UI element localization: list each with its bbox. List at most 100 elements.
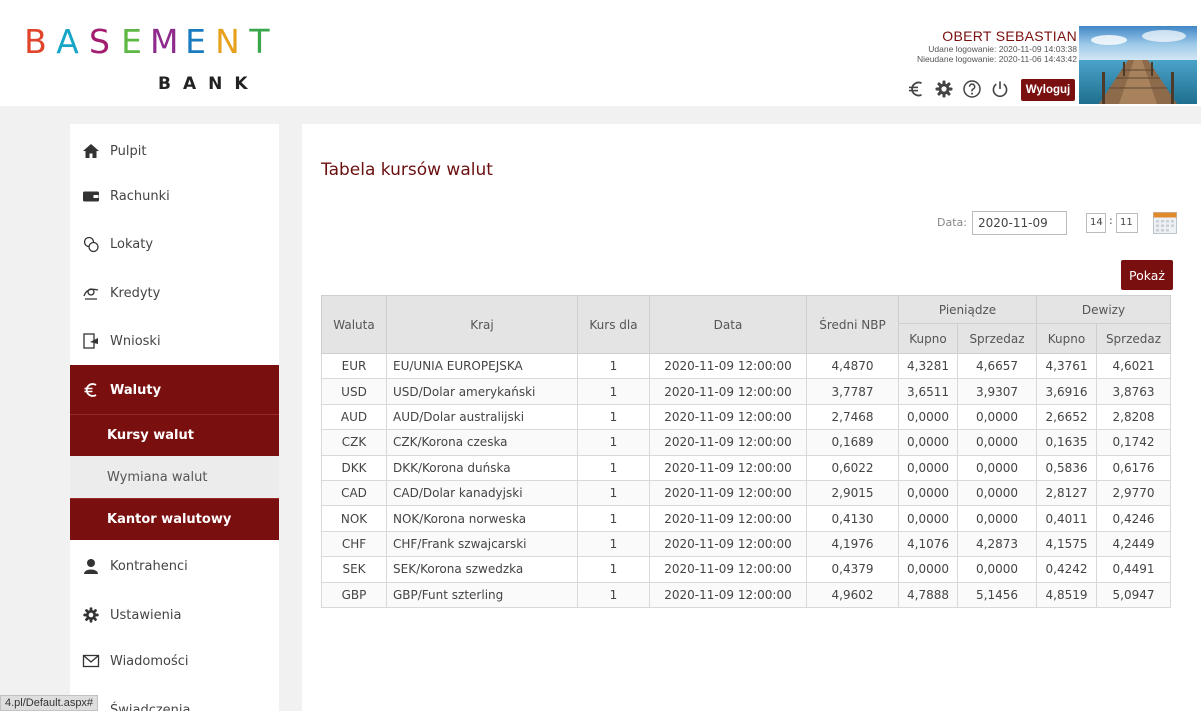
cell-transfer-buy: 0,5836: [1036, 454, 1097, 481]
table-row: SEK SEK/Korona szwedzka 1 2020-11-09 12:00:…: [321, 556, 1171, 583]
gear-icon[interactable]: [933, 78, 955, 100]
coins-icon: [82, 235, 100, 253]
avatar[interactable]: [1079, 26, 1197, 104]
cell-nbp-average: 0,6022: [806, 454, 899, 481]
cell-date: 2020-11-09 12:00:00: [649, 556, 807, 583]
header-date: Data: [649, 295, 807, 354]
sidebar-item-label: Kontrahenci: [110, 558, 188, 574]
cell-rate-for: 1: [577, 581, 650, 608]
minute-input[interactable]: 11: [1116, 213, 1138, 233]
sidebar-item-kredyty[interactable]: Kredyty: [70, 268, 279, 318]
show-button[interactable]: Pokaż: [1121, 260, 1173, 290]
rates-table: Waluta Kraj Kurs dla Data Średni NBP Pie…: [321, 295, 1171, 608]
sidebar-item-pulpit[interactable]: Pulpit: [70, 126, 279, 176]
power-icon[interactable]: [989, 78, 1011, 100]
cell-rate-for: 1: [577, 556, 650, 583]
cell-cash-sell: 3,9307: [957, 378, 1037, 405]
table-row: USD USD/Dolar amerykański 1 2020-11-09 12:0…: [321, 378, 1171, 405]
home-icon: [82, 142, 100, 160]
cell-rate-for: 1: [577, 403, 650, 431]
sidebar-item-wiadomosci[interactable]: Wiadomości: [70, 636, 279, 686]
cell-nbp-average: 4,9602: [806, 581, 899, 608]
user-name: OBERT SEBASTIAN: [942, 28, 1077, 44]
cell-cash-buy: 0,0000: [898, 556, 958, 583]
cell-date: 2020-11-09 12:00:00: [649, 530, 807, 558]
sidebar: Pulpit Rachunki Lokaty Kredyty Wnioski W…: [70, 124, 279, 711]
sidebar-subitem-kantor-walutowy[interactable]: Kantor walutowy: [70, 498, 279, 540]
user-info: OBERT SEBASTIAN Udane logowanie: 2020-11…: [917, 28, 1077, 64]
header-transfers: Dewizy: [1036, 295, 1171, 324]
help-icon[interactable]: [961, 78, 983, 100]
logo-subtitle: BANK: [158, 74, 260, 94]
euro-icon[interactable]: [905, 78, 927, 100]
sidebar-item-wnioski[interactable]: Wnioski: [70, 316, 279, 366]
sidebar-item-rachunki[interactable]: Rachunki: [70, 171, 279, 221]
cell-transfer-buy: 0,4242: [1036, 556, 1097, 583]
cell-cash-buy: 0,0000: [898, 505, 958, 532]
loan-icon: [82, 284, 100, 302]
logo[interactable]: B A S EME N T: [22, 22, 278, 61]
date-input[interactable]: 2020-11-09: [972, 211, 1067, 235]
cell-cash-buy: 0,0000: [898, 479, 958, 507]
logo-letter: N: [215, 22, 245, 61]
cell-transfer-buy: 2,8127: [1036, 479, 1097, 507]
cell-cash-sell: 0,0000: [957, 403, 1037, 431]
cell-date: 2020-11-09 12:00:00: [649, 352, 807, 380]
cell-cash-sell: 4,6657: [957, 352, 1037, 380]
calendar-icon[interactable]: [1153, 212, 1177, 234]
sidebar-item-ustawienia[interactable]: Ustawienia: [70, 590, 279, 640]
cell-date: 2020-11-09 12:00:00: [649, 378, 807, 405]
header-rate-for: Kurs dla: [577, 295, 650, 354]
cell-country: CHF/Frank szwajcarski: [386, 530, 578, 558]
cell-date: 2020-11-09 12:00:00: [649, 403, 807, 431]
cell-rate-for: 1: [577, 429, 650, 456]
sidebar-item-label: Świadczenia: [110, 702, 191, 711]
cell-nbp-average: 0,1689: [806, 429, 899, 456]
last-login-success: Udane logowanie: 2020-11-09 14:03:38: [928, 44, 1077, 54]
cell-transfer-sell: 0,6176: [1096, 454, 1171, 481]
cell-country: CZK/Korona czeska: [386, 429, 578, 456]
cell-transfer-sell: 4,2449: [1096, 530, 1171, 558]
hour-input[interactable]: 14: [1086, 213, 1106, 233]
header-cash-sell: Sprzedaz: [957, 323, 1037, 354]
sidebar-item-lokaty[interactable]: Lokaty: [70, 219, 279, 269]
table-row: CZK CZK/Korona czeska 1 2020-11-09 12:00:00…: [321, 429, 1171, 456]
table-row: CAD CAD/Dolar kanadyjski 1 2020-11-09 12:00…: [321, 479, 1171, 507]
sidebar-item-label: Ustawienia: [110, 607, 182, 623]
sidebar-item-waluty[interactable]: Waluty: [70, 365, 279, 415]
cell-transfer-sell: 2,9770: [1096, 479, 1171, 507]
time-separator: :: [1109, 214, 1113, 227]
person-icon: [82, 557, 100, 575]
cell-currency: DKK: [321, 454, 387, 481]
cell-transfer-buy: 4,8519: [1036, 581, 1097, 608]
logo-letter: A: [56, 22, 84, 61]
cell-transfer-sell: 5,0947: [1096, 581, 1171, 608]
logout-button[interactable]: Wyloguj: [1021, 79, 1075, 101]
sidebar-item-kontrahenci[interactable]: Kontrahenci: [70, 541, 279, 591]
last-login-failed: Nieudane logowanie: 2020-11-06 14:43:42: [916, 54, 1077, 64]
envelope-icon: [82, 652, 100, 670]
sidebar-subitem-kursy-walut[interactable]: Kursy walut: [70, 414, 279, 456]
header-currency: Waluta: [321, 295, 387, 354]
cell-country: USD/Dolar amerykański: [386, 378, 578, 405]
cell-rate-for: 1: [577, 505, 650, 532]
table-row: CHF CHF/Frank szwajcarski 1 2020-11-09 12:0…: [321, 530, 1171, 558]
cell-transfer-buy: 0,1635: [1036, 429, 1097, 456]
header: B A S EME N T BANK OBERT SEBASTIAN Udane logo…: [0, 0, 1201, 106]
cell-transfer-sell: 0,4491: [1096, 556, 1171, 583]
form-icon: [82, 332, 100, 350]
cell-transfer-sell: 0,1742: [1096, 429, 1171, 456]
cell-transfer-buy: 0,4011: [1036, 505, 1097, 532]
cell-cash-buy: 4,7888: [898, 581, 958, 608]
header-cash: Pieniądze: [898, 295, 1037, 324]
sidebar-item-label: Wiadomości: [110, 653, 189, 669]
cell-nbp-average: 2,9015: [806, 479, 899, 507]
sidebar-subitem-wymiana-walut[interactable]: Wymiana walut: [70, 456, 279, 498]
logo-letter: B: [24, 22, 52, 61]
logo-letter: T: [249, 22, 275, 61]
table-row: NOK NOK/Korona norweska 1 2020-11-09 12:00:…: [321, 505, 1171, 532]
cell-cash-sell: 4,2873: [957, 530, 1037, 558]
cell-country: AUD/Dolar australijski: [386, 403, 578, 431]
cell-transfer-buy: 3,6916: [1036, 378, 1097, 405]
sidebar-item-swiadczenia[interactable]: Świadczenia: [70, 685, 279, 711]
